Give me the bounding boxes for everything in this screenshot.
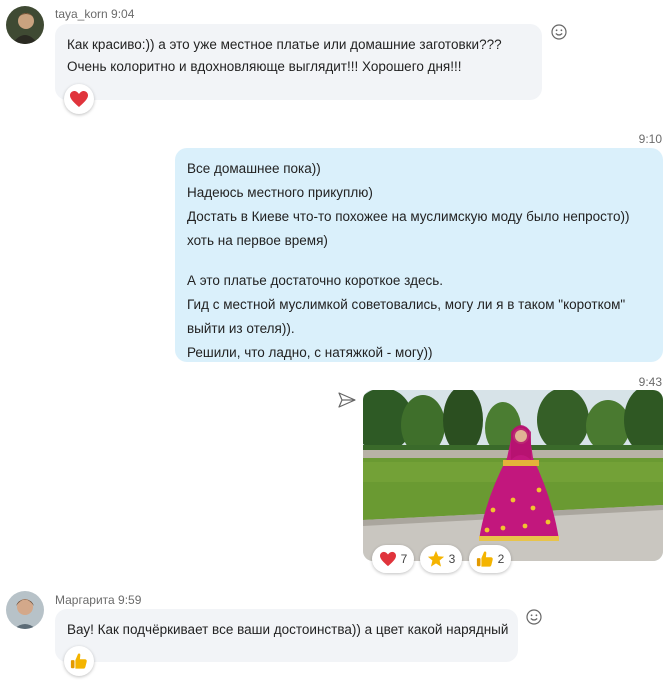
reaction-thumbs-up[interactable]: 2 (469, 545, 511, 573)
message-line: Очень колоритно и вдохновляюще выглядит!… (67, 59, 462, 74)
message-line: А это платье достаточно короткое здесь. (187, 273, 443, 288)
message-line: Как красиво:)) а это уже местное платье … (67, 37, 502, 52)
message-line: Все домашнее пока)) (187, 161, 321, 176)
author-name[interactable]: taya_korn (55, 7, 108, 21)
reaction-count: 3 (448, 552, 456, 566)
message-bubble[interactable]: Вау! Как подчёркивает все ваши достоинст… (55, 609, 518, 662)
photo-attachment[interactable] (363, 390, 663, 561)
message-time: 9:04 (111, 7, 135, 21)
message-bubble[interactable]: Как красиво:)) а это уже местное платье … (55, 24, 542, 100)
message-line: Достать в Киеве что-то похожее на муслим… (187, 209, 630, 224)
reaction-badge[interactable] (64, 84, 94, 114)
heart-icon (379, 551, 396, 567)
avatar-photo (6, 6, 44, 44)
message-line: Решили, что ладно, с натяжкой - могу)) (187, 345, 433, 360)
message-line (187, 253, 651, 269)
reaction-heart[interactable]: 7 (372, 545, 414, 573)
message-line: хоть на первое время) (187, 233, 328, 248)
message-line: Вау! Как подчёркивает все ваши достоинст… (67, 622, 509, 637)
avatar[interactable] (6, 6, 44, 44)
message-time: 9:59 (118, 593, 142, 607)
thumbs-up-icon (476, 551, 493, 567)
reaction-star[interactable]: 3 (420, 545, 462, 573)
message-header: Маргарита 9:59 (55, 593, 141, 607)
avatar[interactable] (6, 591, 44, 629)
message-line: Надеюсь местного прикуплю) (187, 185, 373, 200)
sent-icon (338, 392, 356, 413)
message-line: Гид с местной муслимкой советовались, мо… (187, 297, 626, 312)
message-line: выйти из отеля)). (187, 321, 295, 336)
star-icon (427, 550, 444, 567)
add-reaction-icon[interactable] (551, 24, 567, 45)
message-header: taya_korn 9:04 (55, 7, 134, 21)
message-bubble[interactable]: Все домашнее пока)) Надеюсь местного при… (175, 148, 663, 362)
reaction-count: 2 (497, 552, 505, 566)
reaction-badge[interactable] (64, 646, 94, 676)
thumbs-up-icon (70, 653, 87, 669)
message-time: 9:10 (638, 132, 662, 146)
message-time: 9:43 (638, 375, 662, 389)
garden-photo (363, 390, 663, 561)
avatar-photo (6, 591, 44, 629)
author-name[interactable]: Маргарита (55, 593, 115, 607)
heart-icon (70, 91, 88, 107)
reaction-count: 7 (400, 552, 408, 566)
add-reaction-icon[interactable] (526, 609, 542, 630)
